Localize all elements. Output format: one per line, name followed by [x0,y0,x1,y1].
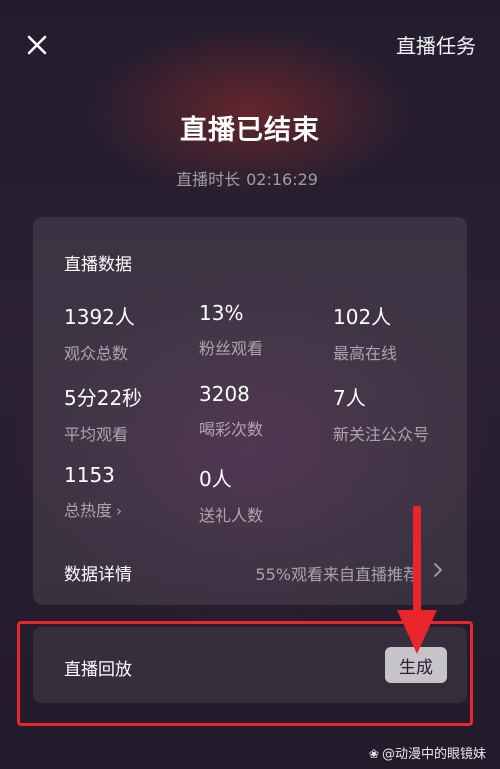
stat-total-heat: 1153 总热度 › [64,463,204,521]
stat-label: 总热度 [64,501,113,520]
stat-label: 平均观看 [64,425,129,444]
stat-value: 13% [199,301,244,325]
paw-icon: ❀ [368,747,379,761]
stat-value: 1153 [64,463,115,487]
annotation-arrow-icon [397,506,437,654]
live-ended-screen: 直播任务 直播已结束 直播时长 02:16:29 直播数据 1392人 观众总数 … [0,0,500,769]
stat-gift-givers: 0人 送礼人数 [199,463,339,526]
stat-label: 最高在线 [333,344,398,363]
stat-label: 新关注公众号 [333,425,430,444]
watermark: ❀ @动漫中的眼镜妹 [369,743,486,762]
total-heat-link[interactable]: 总热度 › [64,497,204,521]
stat-label: 送礼人数 [199,506,264,525]
stat-fan-viewing: 13% 粉丝观看 [199,301,339,359]
stat-new-followers: 7人 新关注公众号 [333,382,473,445]
stat-cheer-count: 3208 喝彩次数 [199,382,339,440]
top-bar: 直播任务 [0,0,500,90]
live-task-link[interactable]: 直播任务 [396,30,476,59]
duration-value: 02:16:29 [246,170,318,189]
duration-label: 直播时长 [176,170,241,189]
stat-label: 粉丝观看 [199,339,264,358]
stat-average-watch: 5分22秒 平均观看 [64,382,204,445]
close-button[interactable] [22,30,52,60]
stat-value: 0人 [199,467,232,491]
stat-value: 102人 [333,305,392,329]
stat-value: 7人 [333,386,366,410]
stat-label: 喝彩次数 [199,420,264,439]
stat-value: 3208 [199,382,250,406]
watermark-text: @动漫中的眼镜妹 [381,747,486,762]
stat-total-viewers: 1392人 观众总数 [64,301,204,364]
stat-value: 1392人 [64,305,135,329]
live-data-title: 直播数据 [64,255,132,275]
page-title: 直播已结束 [180,115,320,146]
live-duration: 直播时长 02:16:29 [0,166,500,190]
data-details-label: 数据详情 [64,565,132,585]
stat-label: 观众总数 [64,344,129,363]
stat-peak-online: 102人 最高在线 [333,301,473,364]
chevron-right-icon: › [116,502,123,520]
stat-value: 5分22秒 [64,386,143,410]
close-icon [27,35,47,55]
